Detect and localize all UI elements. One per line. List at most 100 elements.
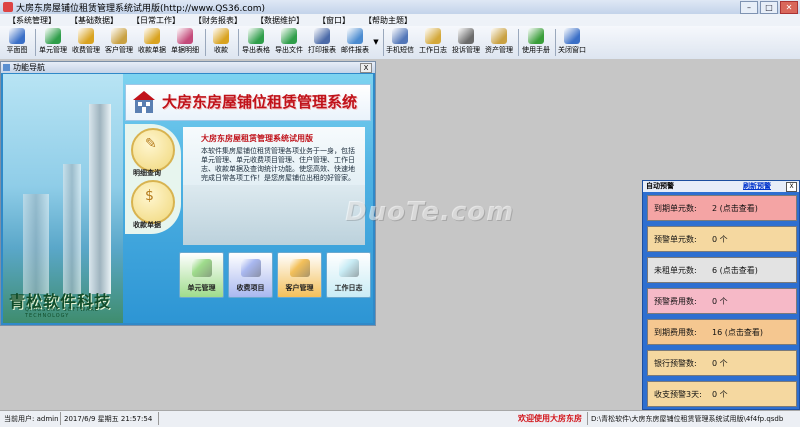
toolbar-customer-button[interactable]: 客户管理 xyxy=(103,27,135,58)
receipt-query-label: 收款单据 xyxy=(133,221,161,229)
status-bar: 当前用户: admin 2017/6/9 星期五 21:57:54 欢迎使用大房… xyxy=(0,410,800,427)
system-banner: 大房东房屋铺位租赁管理系统 xyxy=(125,84,371,121)
export-file-icon xyxy=(281,28,297,44)
toolbar-details-button[interactable]: 单据明细 xyxy=(169,27,201,58)
people-icon xyxy=(290,259,310,277)
toolbar-complaint-button[interactable]: 投诉管理 xyxy=(450,27,482,58)
alert-row-warning-fees[interactable]: 预警费用数: 0 个 xyxy=(647,288,797,314)
status-divider xyxy=(158,412,159,425)
toolbar-asset-button[interactable]: 资产管理 xyxy=(483,27,515,58)
city-illustration: 青松软件科技 QINGSONG SOFTWARE TECHNOLOGY xyxy=(3,74,123,323)
toolbar-separator xyxy=(238,29,239,56)
menu-daily-work[interactable]: 【日常工作】 xyxy=(132,15,180,26)
alert-panel-titlebar: 自动预警 刷新预警 X xyxy=(643,181,799,192)
maximize-button[interactable]: □ xyxy=(760,1,778,14)
alert-row-bank-warnings[interactable]: 银行预警数: 0 个 xyxy=(647,350,797,376)
detail-query-label: 明细查询 xyxy=(133,169,161,177)
menu-basic-data[interactable]: 【基础数据】 xyxy=(70,15,118,26)
floorplan-icon xyxy=(9,28,25,44)
complaint-icon xyxy=(458,28,474,44)
fee-items-button[interactable]: 收费项目 xyxy=(228,252,273,298)
info-description: 本软件集房屋铺位租赁管理各项业务于一身，包括单元管理、单元收费项目管理、住户管理… xyxy=(201,147,355,182)
mail-icon xyxy=(347,28,363,44)
document-icon: ✎ xyxy=(145,136,157,152)
help-icon xyxy=(528,28,544,44)
module-buttons: 单元管理 收费项目 客户管理 工作日志 xyxy=(179,252,371,320)
alert-row-expired-fees[interactable]: 到期费用数: 16 (点击查看) xyxy=(647,319,797,345)
toolbar-separator xyxy=(205,29,206,56)
alert-row-warning-units[interactable]: 预警单元数: 0 个 xyxy=(647,226,797,252)
detail-query-button[interactable]: ✎ xyxy=(131,128,175,172)
refresh-alerts-link[interactable]: 刷新预警 xyxy=(743,181,771,191)
receipt-icon: $ xyxy=(145,188,154,204)
status-welcome: 欢迎使用大房东房 xyxy=(518,414,582,423)
toolbar-receipt-button[interactable]: 收款单据 xyxy=(136,27,168,58)
toolbar-separator xyxy=(35,29,36,56)
close-window-icon xyxy=(564,28,580,44)
print-icon xyxy=(314,28,330,44)
building-illustration xyxy=(23,194,49,294)
auto-alert-panel: 自动预警 刷新预警 X 到期单元数: 2 (点击查看) 预警单元数: 0 个 未租单… xyxy=(642,180,800,410)
nav-window-body: 青松软件科技 QINGSONG SOFTWARE TECHNOLOGY 大房东房… xyxy=(3,74,373,323)
menu-data-maintenance[interactable]: 【数据维护】 xyxy=(256,15,304,26)
menu-system[interactable]: 【系统管理】 xyxy=(8,15,56,26)
toolbar-log-button[interactable]: 工作日志 xyxy=(417,27,449,58)
unit-icon xyxy=(45,28,61,44)
menu-bar: 【系统管理】 【基础数据】 【日常工作】 【财务报表】 【数据维护】 【窗口】 … xyxy=(0,14,800,26)
unit-management-button[interactable]: 单元管理 xyxy=(179,252,224,298)
toolbar-floorplan-button[interactable]: 平面图 xyxy=(2,27,32,58)
window-icon xyxy=(3,64,10,71)
customer-icon xyxy=(111,28,127,44)
watermark: DuoTe.com xyxy=(345,197,515,227)
status-divider xyxy=(60,412,61,425)
minimize-button[interactable]: – xyxy=(740,1,758,14)
function-navigation-window: 功能导航 X 青松软件科技 QINGSONG SOFTWARE TECHNOLO… xyxy=(0,61,376,326)
notebook-icon xyxy=(339,259,359,277)
alert-panel-close-button[interactable]: X xyxy=(786,182,797,192)
title-bar: 大房东房屋铺位租赁管理系统试用版(http://www.QS36.com) – … xyxy=(0,0,800,15)
menu-window[interactable]: 【窗口】 xyxy=(318,15,350,26)
toolbar-mail-button[interactable]: 邮件报表 xyxy=(339,27,371,58)
toolbar-close-window-button[interactable]: 关闭窗口 xyxy=(556,27,588,58)
info-panel: 大房东房屋租赁管理系统试用版 本软件集房屋铺位租赁管理各项业务于一身，包括单元管… xyxy=(183,127,365,245)
asset-icon xyxy=(491,28,507,44)
payment-icon xyxy=(213,28,229,44)
status-divider xyxy=(587,412,588,425)
toolbar-export-table-button[interactable]: 导出表格 xyxy=(240,27,272,58)
menu-finance-reports[interactable]: 【财务报表】 xyxy=(194,15,242,26)
details-icon xyxy=(177,28,193,44)
nav-window-title: 功能导航 xyxy=(13,63,45,72)
toolbar-print-button[interactable]: 打印报表 xyxy=(306,27,338,58)
nav-window-titlebar[interactable]: 功能导航 X xyxy=(1,62,375,73)
receipt-icon xyxy=(144,28,160,44)
toolbar: 平面图 单元管理 收费管理 客户管理 收款单据 单据明细 收款 导出表格 导出文… xyxy=(0,26,800,60)
receipt-query-button[interactable]: $ xyxy=(131,180,175,224)
alert-row-expired-units[interactable]: 到期单元数: 2 (点击查看) xyxy=(647,195,797,221)
customer-management-button[interactable]: 客户管理 xyxy=(277,252,322,298)
system-title: 大房东房屋铺位租赁管理系统 xyxy=(162,93,358,111)
brand-subtitle: QINGSONG SOFTWARE TECHNOLOGY xyxy=(25,307,100,319)
chevron-down-icon[interactable]: ▼ xyxy=(372,27,380,58)
status-current-user: 当前用户: admin xyxy=(4,415,59,423)
toolbar-unit-button[interactable]: 单元管理 xyxy=(37,27,69,58)
close-button[interactable]: ✕ xyxy=(780,1,798,14)
window-title: 大房东房屋铺位租赁管理系统试用版(http://www.QS36.com) xyxy=(16,4,266,14)
toolbar-manual-button[interactable]: 使用手册 xyxy=(520,27,552,58)
toolbar-sms-button[interactable]: 手机短信 xyxy=(384,27,416,58)
building-illustration xyxy=(89,104,111,294)
toolbar-payment-button[interactable]: 收款 xyxy=(208,27,234,58)
toolbar-separator xyxy=(518,29,519,56)
house-icon xyxy=(192,259,212,277)
phone-icon xyxy=(392,28,408,44)
alert-row-vacant-units[interactable]: 未租单元数: 6 (点击查看) xyxy=(647,257,797,283)
coins-icon xyxy=(78,28,94,44)
menu-help[interactable]: 【帮助主题】 xyxy=(364,15,412,26)
alert-row-cashflow-warnings[interactable]: 收支预警3天: 0 个 xyxy=(647,381,797,407)
toolbar-fee-button[interactable]: 收费管理 xyxy=(70,27,102,58)
info-heading: 大房东房屋租赁管理系统试用版 xyxy=(201,134,313,143)
work-log-button[interactable]: 工作日志 xyxy=(326,252,371,298)
quick-access-panel: ✎ 明细查询 $ 收款单据 xyxy=(125,124,181,234)
app-icon xyxy=(3,2,13,12)
nav-window-close-button[interactable]: X xyxy=(360,63,372,73)
toolbar-export-file-button[interactable]: 导出文件 xyxy=(273,27,305,58)
